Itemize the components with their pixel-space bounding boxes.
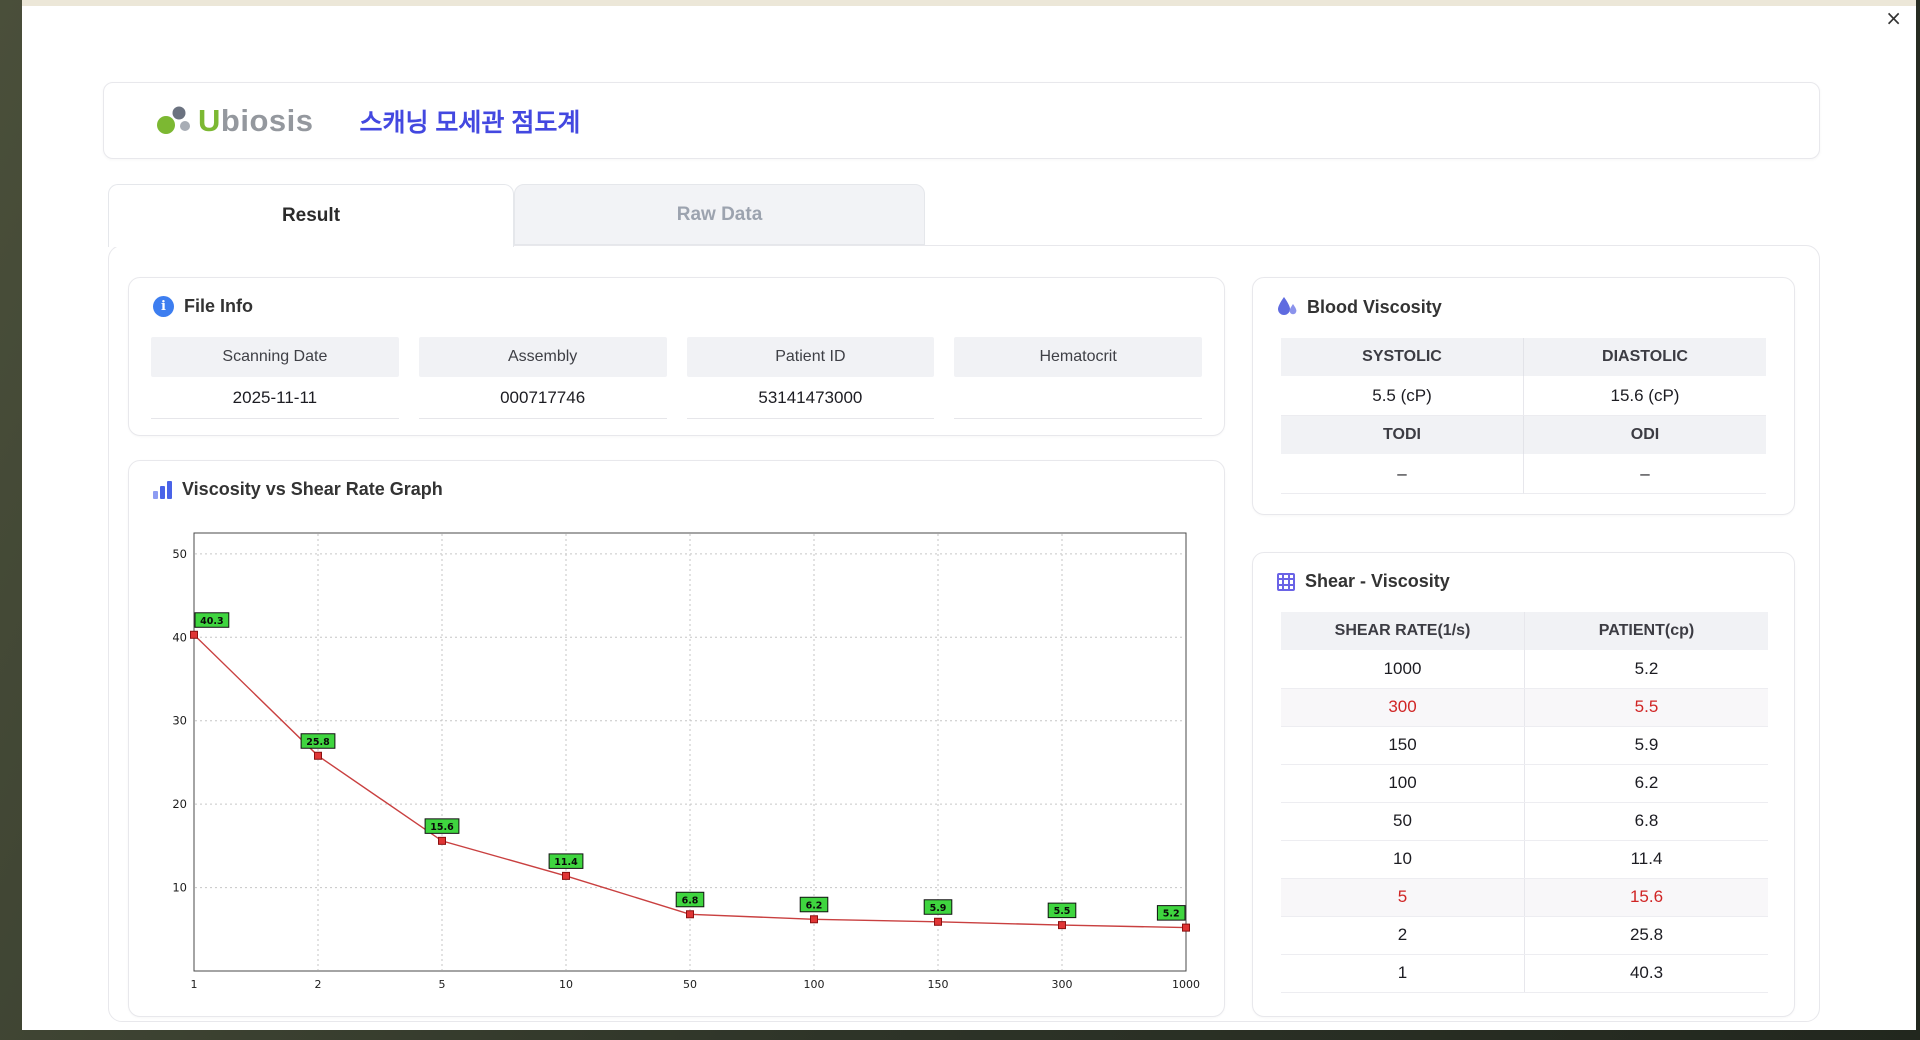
- table-row: 1000 5.2: [1281, 650, 1768, 689]
- svg-text:5.2: 5.2: [1163, 909, 1180, 920]
- svg-text:25.8: 25.8: [306, 737, 330, 748]
- svg-text:11.4: 11.4: [554, 857, 578, 868]
- svg-text:10: 10: [172, 881, 187, 895]
- viscosity-shear-chart: 10 20 30 40 50 1 2 5 10 50 100 150 300 1000 40.3 25.8 15…: [172, 532, 1200, 991]
- bv-header-diastolic: DIASTOLIC: [1524, 338, 1766, 376]
- table-row: 2 25.8: [1281, 916, 1768, 955]
- table-row: 10 11.4: [1281, 840, 1768, 879]
- svg-text:150: 150: [928, 978, 949, 991]
- shear-viscosity-title-row: Shear - Viscosity: [1253, 553, 1794, 592]
- bar-chart-icon: [153, 480, 172, 499]
- bv-value-systolic: 5.5 (cP): [1281, 376, 1524, 416]
- bv-header-row: TODI ODI: [1281, 416, 1766, 454]
- tab-raw-data[interactable]: Raw Data: [514, 184, 925, 245]
- table-row: 1 40.3: [1281, 954, 1768, 993]
- column-header-shear-rate: SHEAR RATE(1/s): [1281, 612, 1525, 650]
- field-label: Hematocrit: [954, 337, 1202, 377]
- droplet-icon: [1278, 297, 1297, 315]
- blood-viscosity-title-row: Blood Viscosity: [1253, 278, 1794, 318]
- svg-text:300: 300: [1052, 978, 1073, 991]
- bv-header-systolic: SYSTOLIC: [1281, 338, 1524, 376]
- field-label: Assembly: [418, 337, 667, 377]
- field-assembly: Assembly 000717746: [418, 337, 667, 419]
- blood-viscosity-card: Blood Viscosity SYSTOLIC DIASTOLIC 5.5 (…: [1252, 277, 1795, 515]
- logo-dots-icon: [157, 106, 190, 134]
- field-label: Scanning Date: [151, 337, 399, 377]
- graph-card: Viscosity vs Shear Rate Graph 10 20 30 40 50…: [128, 460, 1225, 1017]
- field-value: [954, 377, 1202, 419]
- svg-text:6.2: 6.2: [806, 900, 823, 911]
- file-info-fields: Scanning Date 2025-11-11 Assembly 000717…: [129, 317, 1224, 419]
- bv-value-row: 5.5 (cP) 15.6 (cP): [1281, 376, 1766, 416]
- bv-header-row: SYSTOLIC DIASTOLIC: [1281, 338, 1766, 376]
- tab-result[interactable]: Result: [108, 184, 514, 247]
- info-icon: i: [153, 296, 174, 317]
- svg-text:40: 40: [172, 630, 187, 644]
- svg-text:6.8: 6.8: [682, 895, 699, 906]
- ubiosis-logo: Ubiosis: [152, 102, 313, 140]
- close-icon[interactable]: ×: [1885, 8, 1902, 28]
- svg-text:40.3: 40.3: [200, 616, 223, 627]
- table-row: 300 5.5: [1281, 688, 1768, 727]
- svg-text:2: 2: [315, 978, 322, 991]
- svg-text:5: 5: [439, 978, 446, 991]
- blood-viscosity-title: Blood Viscosity: [1307, 296, 1442, 317]
- svg-text:1000: 1000: [1172, 978, 1200, 991]
- content-container: i File Info Scanning Date 2025-11-11 Ass…: [108, 245, 1820, 1022]
- svg-text:50: 50: [172, 547, 187, 561]
- svg-text:1: 1: [191, 978, 198, 991]
- shear-viscosity-title: Shear - Viscosity: [1305, 571, 1450, 591]
- svg-text:20: 20: [172, 797, 187, 811]
- field-value: 000717746: [418, 377, 667, 419]
- field-patient-id: Patient ID 53141473000: [686, 337, 935, 419]
- table-row: 150 5.9: [1281, 726, 1768, 765]
- table-grid-icon: [1277, 572, 1295, 591]
- header: Ubiosis 스캐닝 모세관 점도계: [103, 82, 1820, 159]
- field-scanning-date: Scanning Date 2025-11-11: [151, 337, 399, 419]
- table-row: 100 6.2: [1281, 764, 1768, 803]
- svg-text:100: 100: [804, 978, 825, 991]
- graph-title: Viscosity vs Shear Rate Graph: [182, 479, 443, 499]
- field-value: 53141473000: [686, 377, 935, 419]
- file-info-card: i File Info Scanning Date 2025-11-11 Ass…: [128, 277, 1225, 436]
- app-window: × Ubiosis 스캐닝 모세관 점도계 Result Raw Data i …: [22, 6, 1916, 1030]
- field-hematocrit: Hematocrit: [954, 337, 1202, 419]
- bv-value-row: – –: [1281, 454, 1766, 494]
- logo-text: Ubiosis: [198, 102, 314, 138]
- svg-text:5.9: 5.9: [930, 903, 947, 914]
- file-info-title-row: i File Info: [129, 278, 1224, 317]
- bv-header-todi: TODI: [1281, 416, 1524, 454]
- bv-value-odi: –: [1524, 454, 1766, 494]
- svg-text:30: 30: [172, 714, 187, 728]
- table-row: 5 15.6: [1281, 878, 1768, 917]
- svg-text:5.5: 5.5: [1054, 906, 1071, 917]
- svg-text:50: 50: [683, 978, 697, 991]
- bv-value-diastolic: 15.6 (cP): [1524, 376, 1766, 416]
- column-header-patient: PATIENT(cp): [1524, 612, 1768, 650]
- page-title: 스캐닝 모세관 점도계: [359, 108, 581, 137]
- shear-viscosity-table: SHEAR RATE(1/s) PATIENT(cp) 1000 5.2 300 5…: [1281, 612, 1768, 993]
- svg-text:15.6: 15.6: [430, 822, 454, 833]
- file-info-title: File Info: [184, 296, 253, 316]
- table-header-row: SHEAR RATE(1/s) PATIENT(cp): [1281, 612, 1768, 650]
- field-value: 2025-11-11: [151, 377, 399, 419]
- bv-value-todi: –: [1281, 454, 1524, 494]
- svg-text:10: 10: [559, 978, 573, 991]
- blood-viscosity-table: SYSTOLIC DIASTOLIC 5.5 (cP) 15.6 (cP) TO…: [1281, 338, 1766, 494]
- bv-header-odi: ODI: [1524, 416, 1766, 454]
- field-label: Patient ID: [686, 337, 935, 377]
- table-row: 50 6.8: [1281, 802, 1768, 841]
- graph-title-row: Viscosity vs Shear Rate Graph: [129, 461, 1224, 500]
- shear-viscosity-card: Shear - Viscosity SHEAR RATE(1/s) PATIEN…: [1252, 552, 1795, 1017]
